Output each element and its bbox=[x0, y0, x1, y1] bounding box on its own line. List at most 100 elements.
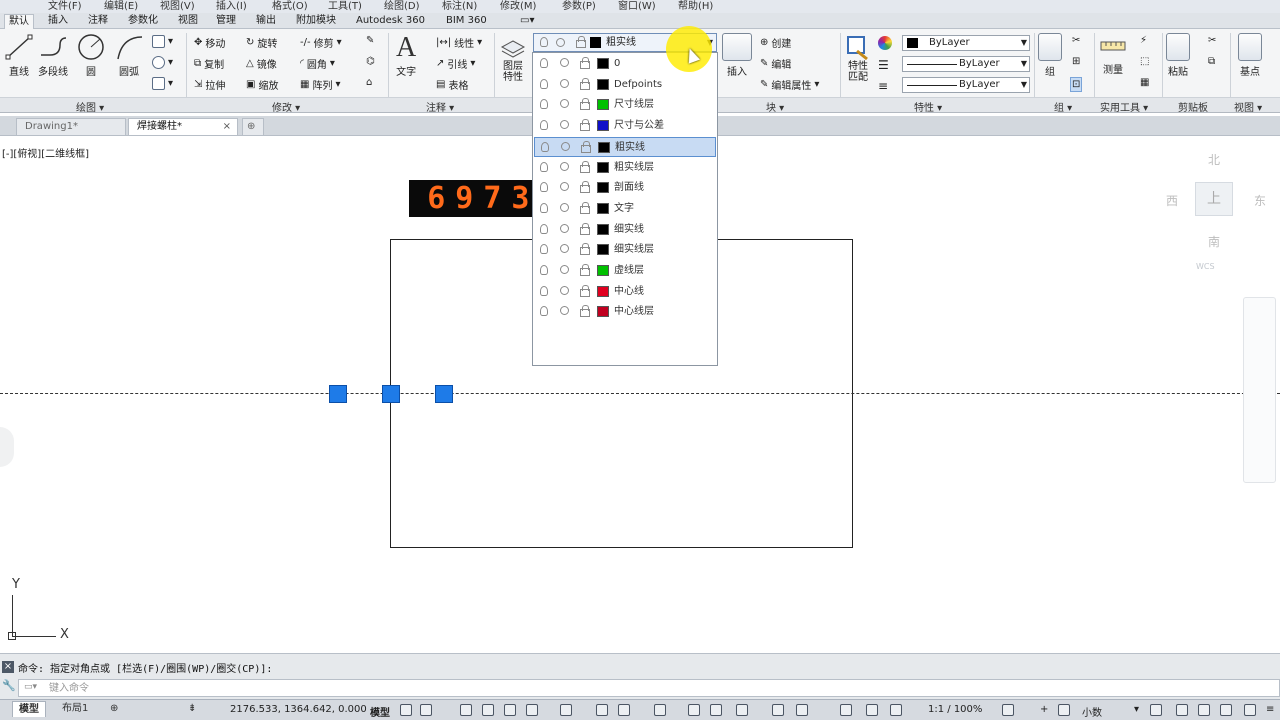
tab-manage[interactable]: 管理 bbox=[212, 14, 240, 29]
menu-window[interactable]: 窗口(W) bbox=[618, 0, 656, 12]
units-dropdown-icon[interactable]: ▾ bbox=[1134, 704, 1139, 715]
layer-lock-icon[interactable] bbox=[580, 202, 590, 214]
layer-on-icon[interactable] bbox=[540, 162, 548, 172]
mirror-tool-button[interactable]: △ 镜像 bbox=[246, 56, 277, 71]
paste-button[interactable]: 粘贴 bbox=[1166, 33, 1190, 78]
layer-on-icon[interactable] bbox=[540, 120, 548, 130]
layer-lock-icon[interactable] bbox=[580, 305, 590, 317]
layer-freeze-icon[interactable] bbox=[560, 79, 569, 88]
groups-panel-title[interactable]: 组 ▾ bbox=[1054, 99, 1072, 114]
tab-view[interactable]: 视图 bbox=[174, 14, 202, 29]
copy-clip-button[interactable]: ⧉ bbox=[1208, 56, 1215, 67]
group-edit-button[interactable]: ⊞ bbox=[1072, 56, 1080, 67]
units-value[interactable]: 小数 bbox=[1082, 704, 1102, 719]
draw-panel-title[interactable]: 绘图 ▾ bbox=[76, 99, 104, 114]
grid-icon[interactable] bbox=[400, 704, 412, 716]
linetype-combo[interactable]: ByLayer ▼ bbox=[902, 56, 1030, 72]
view-panel-title[interactable]: 视图 ▾ bbox=[1234, 99, 1262, 114]
menu-file[interactable]: 文件(F) bbox=[48, 0, 82, 12]
layer-lock-icon[interactable] bbox=[580, 161, 590, 173]
polar-icon[interactable] bbox=[482, 704, 494, 716]
snap-icon[interactable] bbox=[420, 704, 432, 716]
isolate-objects-icon[interactable] bbox=[1058, 704, 1070, 716]
tab-annotate[interactable]: 注释 bbox=[84, 14, 112, 29]
rectangle-tool-button[interactable]: ▾ bbox=[152, 35, 173, 48]
grip-midpoint[interactable] bbox=[382, 385, 400, 403]
layer-option[interactable]: 细实线 bbox=[534, 220, 716, 240]
annotation-scale-icon[interactable] bbox=[866, 704, 878, 716]
layer-option[interactable]: 粗实线层 bbox=[534, 158, 716, 178]
viewcube-top-face[interactable]: 上 bbox=[1195, 182, 1233, 216]
layer-freeze-icon[interactable] bbox=[560, 58, 569, 67]
layer-option[interactable]: 中心线层 bbox=[534, 302, 716, 322]
layer-lock-icon[interactable] bbox=[581, 141, 591, 153]
leader-button[interactable]: ↗ 引线 ▾ bbox=[436, 56, 475, 71]
add-layout-icon[interactable]: ⊕ bbox=[104, 701, 124, 717]
layer-properties-button[interactable]: 图层 特性 bbox=[498, 33, 528, 83]
trim-dropdown-icon[interactable]: ▾ bbox=[337, 37, 342, 48]
group-select-toggle[interactable]: ⊡ bbox=[1070, 77, 1083, 92]
menu-view[interactable]: 视图(V) bbox=[160, 0, 195, 12]
layer-lock-icon[interactable] bbox=[580, 264, 590, 276]
viewcube[interactable]: 北 西 上 东 南 WCS bbox=[1160, 147, 1270, 277]
layer-freeze-icon[interactable] bbox=[560, 182, 569, 191]
copy-tool-button[interactable]: ⧉ 复制 bbox=[194, 56, 224, 71]
measure-button[interactable]: 测量 bbox=[1098, 33, 1128, 76]
status-bar-grip-icon[interactable]: ⇟ bbox=[182, 701, 202, 717]
layer-lock-icon[interactable] bbox=[580, 119, 590, 131]
isodraft-icon[interactable] bbox=[504, 704, 516, 716]
isolate-icon[interactable] bbox=[1220, 704, 1232, 716]
insert-block-button[interactable]: 插入 bbox=[722, 33, 752, 78]
group-button[interactable]: 组 bbox=[1038, 33, 1062, 78]
command-input[interactable] bbox=[49, 681, 1269, 695]
base-view-button[interactable]: 基点 bbox=[1238, 33, 1262, 78]
doc-tab-current[interactable]: 焊接螺柱* × bbox=[128, 118, 238, 135]
region-tool-button[interactable]: ▾ bbox=[152, 77, 173, 90]
layer-option[interactable]: 中心线 bbox=[534, 282, 716, 302]
object-tracking-icon[interactable] bbox=[526, 704, 538, 716]
offset-tool-button[interactable]: ⌂ bbox=[366, 77, 372, 88]
layer-option[interactable]: Defpoints bbox=[534, 75, 716, 95]
viewcube-south[interactable]: 南 bbox=[1208, 233, 1220, 250]
grip-right[interactable] bbox=[435, 385, 453, 403]
layer-freeze-icon[interactable] bbox=[560, 244, 569, 253]
lineweight-combo[interactable]: ByLayer ▼ bbox=[902, 77, 1030, 93]
doc-tab-drawing1[interactable]: Drawing1* bbox=[16, 118, 126, 135]
layer-lock-icon[interactable] bbox=[580, 57, 590, 69]
gizmo-icon[interactable] bbox=[772, 704, 784, 716]
dynamic-ucs-icon[interactable] bbox=[710, 704, 722, 716]
leader-dropdown-icon[interactable]: ▾ bbox=[470, 58, 475, 69]
tab-bim360[interactable]: BIM 360 bbox=[442, 14, 491, 29]
table-button[interactable]: ▤ 表格 bbox=[436, 77, 468, 92]
layer-on-icon[interactable] bbox=[540, 182, 548, 192]
calculator-button[interactable]: ▦ bbox=[1140, 77, 1149, 88]
modify-panel-title[interactable]: 修改 ▾ bbox=[272, 99, 300, 114]
utilities-panel-title[interactable]: 实用工具 ▾ bbox=[1100, 99, 1148, 114]
stretch-tool-button[interactable]: ⇲ 拉伸 bbox=[194, 77, 225, 92]
linear-dimension-button[interactable]: |↔| 线性 ▾ bbox=[436, 35, 482, 50]
menu-edit[interactable]: 编辑(E) bbox=[104, 0, 138, 12]
annotation-scale-value[interactable]: 1:1 / 100% bbox=[928, 704, 982, 715]
grip-left[interactable] bbox=[329, 385, 347, 403]
close-tab-icon[interactable]: × bbox=[223, 119, 231, 134]
layer-on-icon[interactable] bbox=[540, 58, 548, 68]
explode-tool-button[interactable]: ⌬ bbox=[366, 56, 375, 67]
viewcube-north[interactable]: 北 bbox=[1208, 151, 1220, 168]
erase-tool-button[interactable]: ✎ bbox=[366, 35, 374, 46]
text-tool-button[interactable]: A 文字 bbox=[396, 33, 416, 79]
layer-option[interactable]: 文字 bbox=[534, 199, 716, 219]
layer-on-icon[interactable] bbox=[540, 306, 548, 316]
block-panel-title[interactable]: 块 ▾ bbox=[766, 99, 784, 114]
layer-dropdown-list[interactable]: 0 Defpoints 尺寸线层 尺寸与公差 粗实线 粗实线层 剖面线 文字 细实线 细实线层 虚线… bbox=[532, 52, 718, 366]
annotation-visibility-icon[interactable] bbox=[796, 704, 808, 716]
edit-block-button[interactable]: ✎ 编辑 bbox=[760, 56, 791, 71]
layer-freeze-icon[interactable] bbox=[560, 224, 569, 233]
create-block-button[interactable]: ⊕ 创建 bbox=[760, 35, 791, 50]
layer-on-icon[interactable] bbox=[540, 79, 548, 89]
layer-freeze-icon[interactable] bbox=[560, 203, 569, 212]
layer-lock-icon[interactable] bbox=[580, 181, 590, 193]
tab-default[interactable]: 默认 bbox=[4, 14, 34, 29]
quick-select-button[interactable]: ⚡ bbox=[1140, 35, 1147, 46]
line-tool-button[interactable]: 直线 bbox=[4, 33, 34, 78]
layer-option[interactable]: 粗实线 bbox=[534, 137, 716, 157]
